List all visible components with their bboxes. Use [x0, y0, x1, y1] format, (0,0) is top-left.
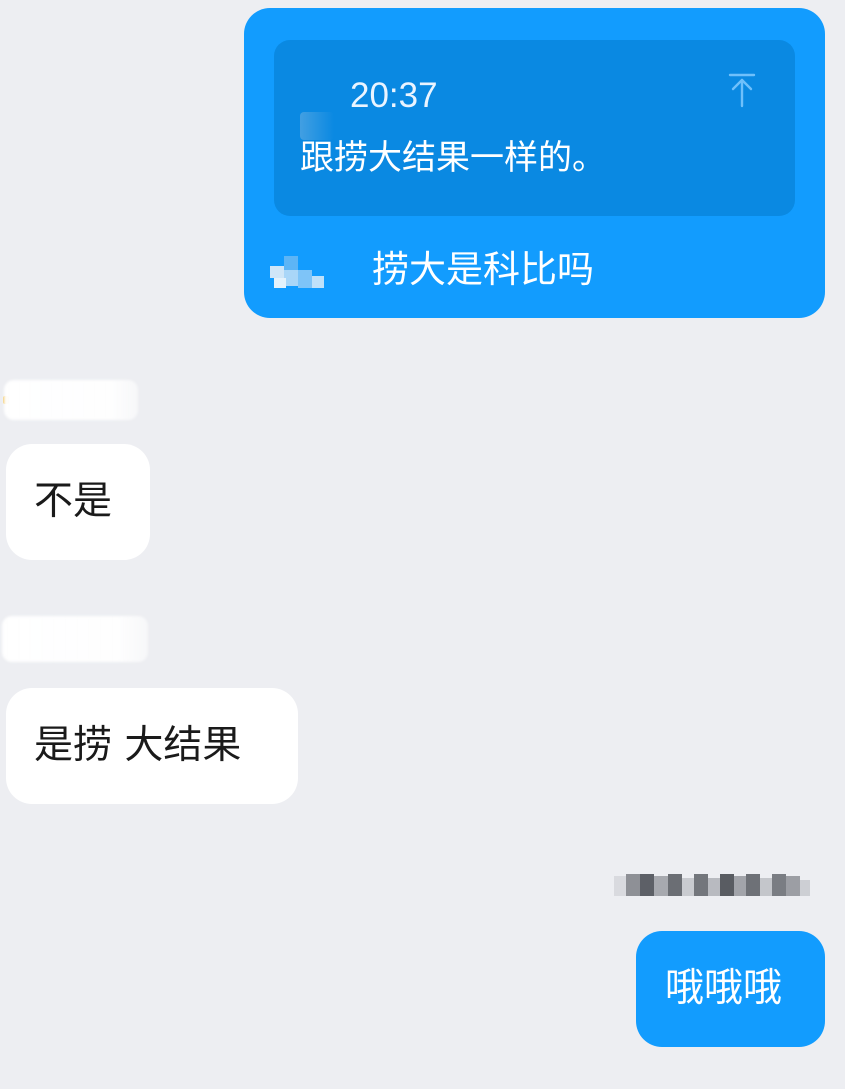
- reply-message-bubble[interactable]: 20:37 跟捞大结果一样的。 捞大是科比吗: [244, 8, 825, 318]
- sender-name-redacted: [2, 616, 148, 662]
- incoming-message-bubble[interactable]: 是捞 大结果: [6, 688, 298, 804]
- incoming-message-bubble[interactable]: 不是: [6, 444, 150, 560]
- reply-sender-avatar: [270, 256, 324, 288]
- redacted-label: [614, 874, 810, 896]
- message-text: 哦哦哦: [665, 966, 783, 1011]
- quoted-message[interactable]: 20:37 跟捞大结果一样的。: [274, 40, 795, 216]
- quoted-message-text: 跟捞大结果一样的。: [300, 138, 606, 178]
- outgoing-message-bubble[interactable]: 哦哦哦: [636, 931, 825, 1047]
- quoted-message-time: 20:37: [350, 76, 438, 115]
- reply-message-text: 捞大是科比吗: [372, 248, 594, 291]
- sender-name-redacted: [4, 380, 138, 420]
- message-text: 是捞 大结果: [34, 723, 242, 768]
- message-text: 不是: [34, 479, 113, 524]
- arrow-up-to-top-icon[interactable]: [725, 72, 759, 110]
